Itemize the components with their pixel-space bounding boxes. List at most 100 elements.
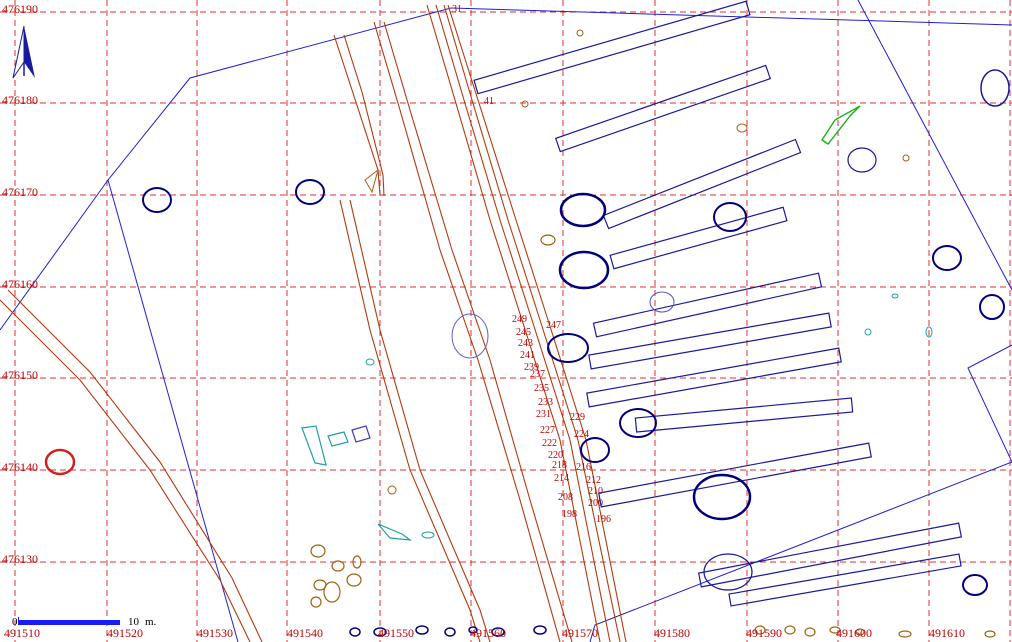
pit-feature	[580, 437, 610, 463]
pit-feature	[736, 123, 748, 133]
north-arrow-icon	[12, 25, 35, 79]
pit-feature	[804, 627, 816, 637]
plough-trench	[609, 206, 788, 270]
brown-feature	[364, 168, 379, 194]
easting-label: 491550	[378, 626, 414, 640]
northing-label: 476130	[2, 552, 38, 566]
grid-lines	[0, 0, 1012, 642]
plough-trenches	[473, 0, 963, 607]
plan-drawing: 3141249245243241239247237235233231 229227…	[0, 0, 1012, 642]
plough-trench	[554, 64, 772, 153]
feature-number: 218	[552, 460, 567, 471]
pit-feature	[558, 250, 610, 290]
pit-feature	[310, 596, 322, 608]
pit-feature	[559, 192, 607, 228]
ditch-line	[333, 34, 381, 196]
northing-label: 476160	[2, 277, 38, 291]
feature-number: 241	[520, 350, 535, 361]
feature-number: 243	[518, 338, 533, 349]
feature-number: 227	[540, 425, 555, 436]
pit-feature	[346, 573, 362, 587]
northing-label: 476140	[2, 460, 38, 474]
pit-feature	[331, 560, 345, 572]
northing-label: 476190	[2, 2, 38, 16]
scale-start-label: 0	[12, 616, 18, 628]
easting-label: 491610	[929, 626, 965, 640]
pit-feature	[576, 29, 584, 37]
feature-number: 222	[542, 438, 557, 449]
pit-feature	[421, 531, 435, 539]
feature-number: 247	[546, 320, 561, 331]
pit-feature	[540, 234, 556, 246]
easting-label: 491540	[287, 626, 323, 640]
pit-feature	[898, 630, 912, 638]
green-feature	[821, 105, 861, 145]
feature-number: 212	[586, 475, 601, 486]
pit-feature	[547, 333, 589, 363]
northing-label: 476180	[2, 93, 38, 107]
pit-feature	[692, 473, 752, 521]
ditch-line	[373, 21, 561, 642]
ditch-line	[339, 199, 481, 642]
scale-end-label: 10	[128, 616, 140, 628]
feature-number: 31	[452, 4, 462, 15]
feature-number: 208	[558, 492, 573, 503]
feature-number: 214	[554, 473, 569, 484]
pit-feature	[310, 544, 326, 558]
pit-feature	[847, 147, 877, 173]
feature-number: 229	[570, 412, 585, 423]
feature-number: 196	[596, 514, 611, 525]
pit-feature	[980, 69, 1010, 107]
plough-trench	[592, 272, 823, 338]
excavation-boundary	[0, 0, 1012, 642]
cyan-feature	[351, 425, 371, 443]
feature-number: 249	[512, 314, 527, 325]
plough-trench	[598, 442, 872, 508]
cyan-feature	[301, 425, 327, 466]
pit-feature	[902, 154, 910, 162]
feature-number: 198	[562, 509, 577, 520]
pit-feature	[932, 245, 962, 271]
pit-feature	[415, 625, 429, 635]
northing-label: 476170	[2, 185, 38, 199]
cyan-feature	[377, 523, 413, 541]
cyan-feature	[327, 431, 349, 447]
feature-number: 41	[484, 96, 494, 107]
feature-number: 200	[588, 498, 603, 509]
easting-label: 491590	[746, 626, 782, 640]
feature-number: 224	[574, 429, 589, 440]
pit-feature	[864, 328, 872, 336]
pit-feature	[142, 187, 172, 213]
pit-feature	[533, 625, 547, 635]
pit-feature	[619, 408, 657, 438]
pit-feature	[387, 485, 397, 495]
feature-number: 245	[516, 327, 531, 338]
plough-trench	[602, 138, 802, 230]
plough-trench	[473, 0, 751, 95]
northing-label: 476150	[2, 368, 38, 382]
pit-feature	[962, 574, 988, 596]
pit-feature	[649, 291, 675, 313]
easting-label: 491530	[197, 626, 233, 640]
pit-feature	[313, 579, 327, 591]
pit-feature	[295, 179, 325, 205]
pit-feature	[984, 630, 996, 638]
easting-label: 491600	[836, 626, 872, 640]
feature-number: 233	[538, 397, 553, 408]
site-plan-map: 31 41 249 245 243 241 239 247 237 235 233 231 229 227…	[0, 0, 1012, 642]
pit-feature	[703, 553, 753, 591]
pit-feature	[713, 202, 747, 232]
plough-trench	[634, 397, 854, 433]
scale-unit-label: m.	[145, 616, 157, 628]
ditch-line	[349, 199, 491, 642]
feature-number: 216	[576, 462, 591, 473]
feature-number: 237	[530, 369, 545, 380]
pit-feature	[365, 358, 375, 366]
pit-feature	[979, 294, 1005, 320]
ditch-line	[447, 4, 627, 642]
pit-feature	[784, 625, 796, 635]
easting-label: 491510	[4, 626, 40, 640]
easting-label: 491560	[470, 626, 506, 640]
easting-label: 491520	[107, 626, 143, 640]
pit-feature	[521, 100, 529, 108]
